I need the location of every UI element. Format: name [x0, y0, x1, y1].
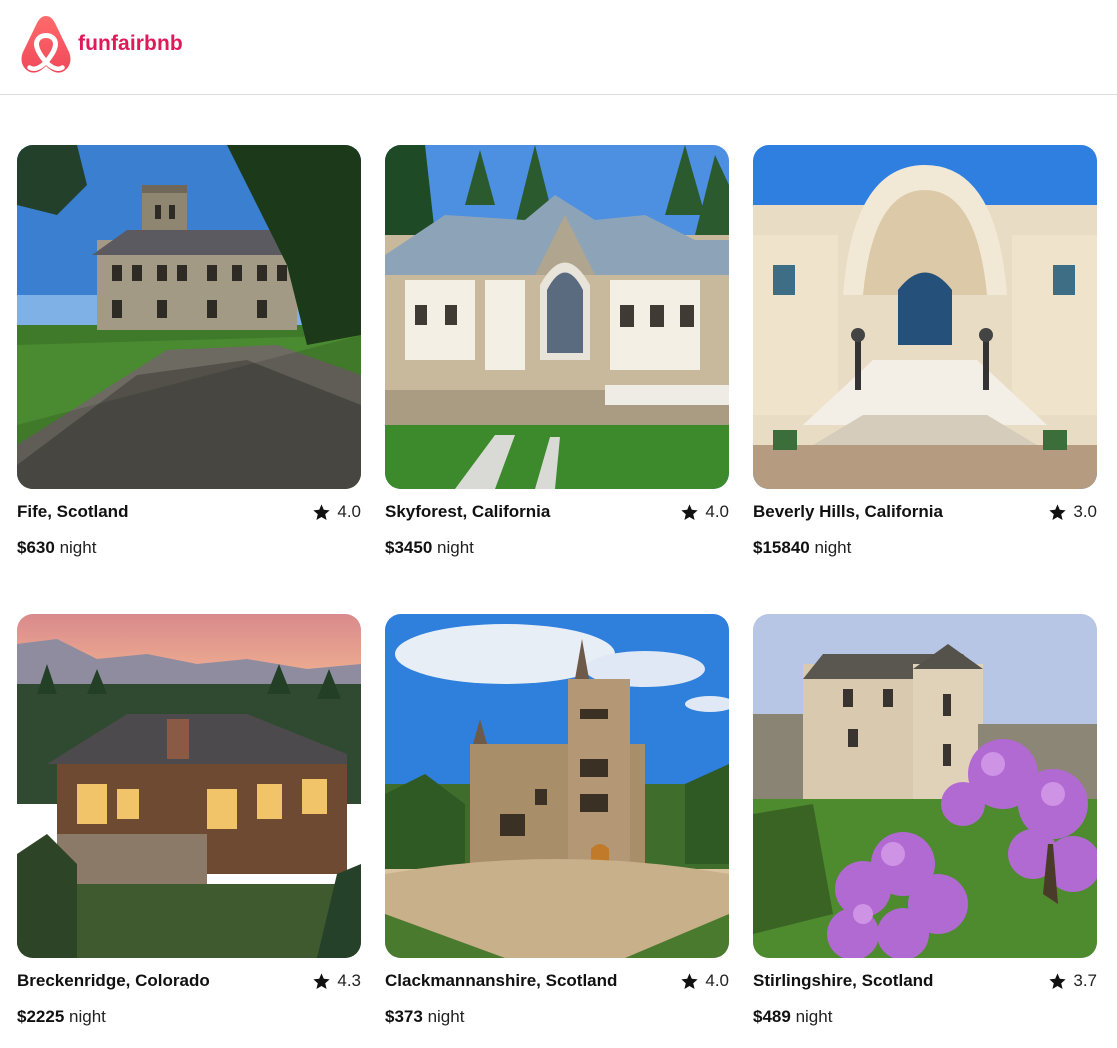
listing-rating-value: 3.0: [1073, 502, 1097, 521]
listing-location: Fife, Scotland: [17, 502, 129, 521]
listing-rating-value: 3.7: [1073, 971, 1097, 990]
star-icon: [313, 503, 331, 520]
star-icon: [1049, 503, 1067, 520]
listing-card[interactable]: Clackmannanshire, Scotland 4.0 $373 nigh…: [385, 614, 729, 1044]
listing-price-unit: night: [795, 1007, 833, 1026]
listing-rating-value: 4.0: [705, 502, 729, 521]
listing-info-row: Skyforest, California 4.0: [385, 501, 729, 523]
listing-rating: 4.0: [680, 971, 729, 991]
listing-rating: 3.7: [1048, 971, 1097, 991]
listing-location: Clackmannanshire, Scotland: [385, 971, 618, 990]
listing-price: $630: [17, 538, 55, 557]
listing-price-row: $630 night: [17, 538, 96, 560]
listing-location: Skyforest, California: [385, 502, 551, 521]
listing-price-row: $2225 night: [17, 1007, 106, 1029]
listing-price-row: $3450 night: [385, 538, 474, 560]
listing-card[interactable]: Beverly Hills, California 3.0 $15840 nig…: [753, 145, 1097, 575]
listing-photo[interactable]: [17, 145, 361, 489]
listing-price-row: $15840 night: [753, 538, 851, 560]
listing-rating: 4.0: [680, 502, 729, 522]
listing-price-unit: night: [427, 1007, 465, 1026]
listing-price: $373: [385, 1007, 423, 1026]
listing-photo[interactable]: [753, 614, 1097, 958]
listing-location: Breckenridge, Colorado: [17, 971, 210, 990]
listing-price: $3450: [385, 538, 433, 557]
listing-info-row: Clackmannanshire, Scotland 4.0: [385, 970, 729, 992]
listing-price-unit: night: [814, 538, 852, 557]
star-icon: [681, 503, 699, 520]
listing-info-row: Stirlingshire, Scotland 3.7: [753, 970, 1097, 992]
listing-info-row: Breckenridge, Colorado 4.3: [17, 970, 361, 992]
listing-rating-value: 4.3: [337, 971, 361, 990]
listing-price: $2225: [17, 1007, 65, 1026]
listing-price-unit: night: [69, 1007, 106, 1026]
brand-logo-link[interactable]: funfairbnb: [18, 14, 183, 74]
star-icon: [681, 972, 699, 989]
listing-card[interactable]: Fife, Scotland 4.0 $630 night: [17, 145, 361, 575]
listing-photo[interactable]: [17, 614, 361, 958]
star-icon: [313, 972, 331, 989]
listing-price: $489: [753, 1007, 791, 1026]
listing-price: $15840: [753, 538, 810, 557]
listing-rating-value: 4.0: [337, 502, 361, 521]
top-header: funfairbnb: [0, 0, 1117, 95]
listing-rating: 4.0: [312, 502, 361, 522]
listing-price-unit: night: [437, 538, 474, 557]
listing-price-row: $489 night: [753, 1007, 832, 1029]
listing-rating: 4.3: [312, 971, 361, 991]
listing-rating-value: 4.0: [705, 971, 729, 990]
brand-name: funfairbnb: [78, 32, 183, 55]
listing-photo[interactable]: [385, 145, 729, 489]
listing-price-unit: night: [59, 538, 97, 557]
listing-location: Beverly Hills, California: [753, 502, 943, 521]
listing-rating: 3.0: [1048, 502, 1097, 522]
listing-price-row: $373 night: [385, 1007, 464, 1029]
listing-card[interactable]: Skyforest, California 4.0 $3450 night: [385, 145, 729, 575]
listing-card[interactable]: Stirlingshire, Scotland 3.7 $489 night: [753, 614, 1097, 1044]
airbnb-style-logo-icon: [21, 16, 71, 73]
listing-location: Stirlingshire, Scotland: [753, 971, 934, 990]
star-icon: [1049, 972, 1067, 989]
listing-photo[interactable]: [753, 145, 1097, 489]
listing-info-row: Beverly Hills, California 3.0: [753, 501, 1097, 523]
listing-photo[interactable]: [385, 614, 729, 958]
listing-card[interactable]: Breckenridge, Colorado 4.3 $2225 night: [17, 614, 361, 1044]
listing-info-row: Fife, Scotland 4.0: [17, 501, 361, 523]
